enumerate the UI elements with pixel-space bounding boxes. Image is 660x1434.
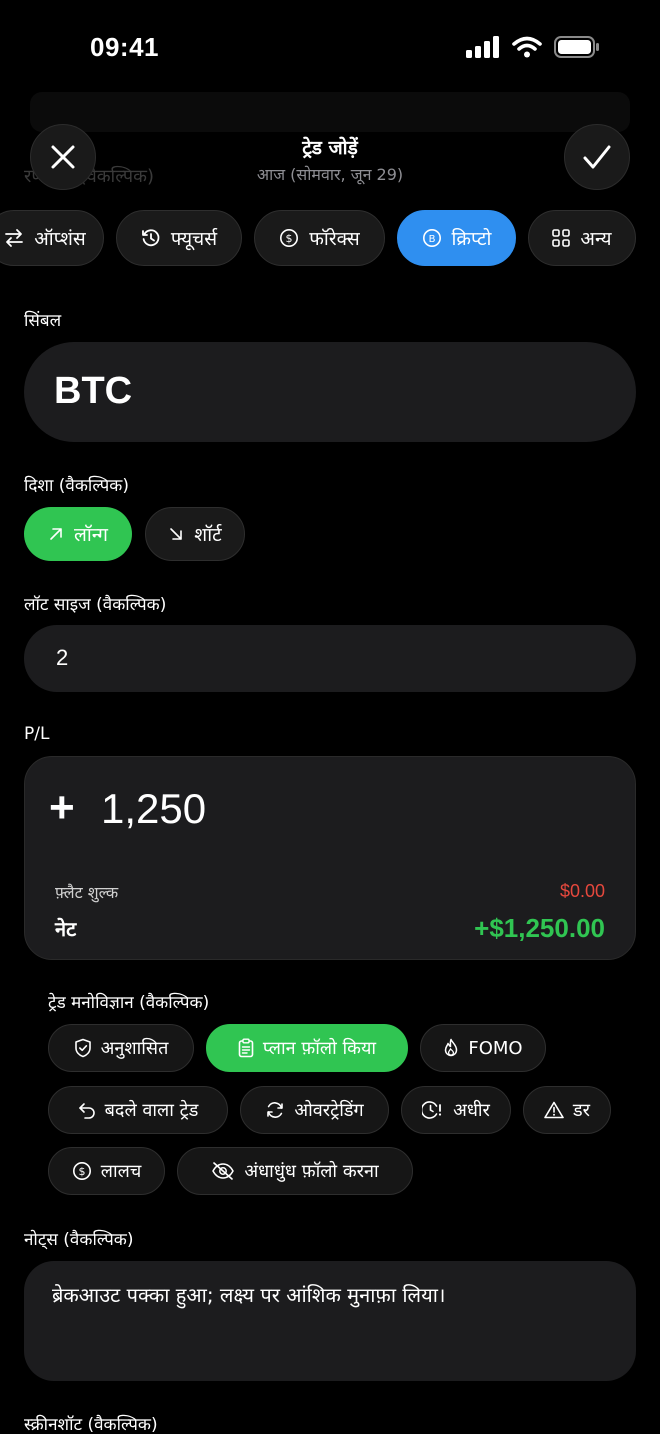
tab-forex[interactable]: $ फॉरेक्स <box>254 210 385 266</box>
chip-greed[interactable]: $ लालच <box>48 1147 165 1195</box>
chip-blind-follow[interactable]: अंधाधुंध फ़ॉलो करना <box>177 1147 413 1195</box>
checkmark-icon <box>582 144 612 170</box>
tab-futures[interactable]: फ्यूचर्स <box>116 210 242 266</box>
chip-label: बदले वाला ट्रेड <box>104 1100 199 1121</box>
pl-label: P/L <box>24 724 50 744</box>
clipboard-icon <box>238 1038 254 1058</box>
grid-icon <box>552 229 571 247</box>
pl-card: + 1,250 फ़्लैट शुल्क $0.00 नेट +$1,250.0… <box>24 756 636 960</box>
chip-label: अंधाधुंध फ़ॉलो करना <box>244 1161 379 1182</box>
status-time: 09:41 <box>90 32 159 62</box>
arrow-up-right-icon <box>48 526 64 542</box>
arrow-down-right-icon <box>168 526 184 542</box>
svg-text:$: $ <box>78 1165 85 1178</box>
net-value: +$1,250.00 <box>474 913 605 943</box>
chip-label: प्लान फ़ॉलो किया <box>262 1038 377 1059</box>
chip-label: अनुशासित <box>100 1038 169 1059</box>
clock-alert-icon <box>422 1100 444 1120</box>
short-button[interactable]: शॉर्ट <box>145 507 245 561</box>
tab-label: फ्यूचर्स <box>170 228 218 250</box>
undo-icon <box>78 1101 96 1119</box>
lot-size-value: 2 <box>56 645 69 670</box>
fee-value: $0.00 <box>559 881 605 901</box>
net-label: नेट <box>55 917 77 941</box>
tab-label: फॉरेक्स <box>309 228 360 250</box>
dollar-circle-icon: $ <box>279 228 299 248</box>
tab-other[interactable]: अन्य <box>528 210 636 266</box>
svg-text:B: B <box>428 234 435 245</box>
tab-crypto[interactable]: B क्रिप्टो <box>397 210 516 266</box>
long-button[interactable]: लॉन्ग <box>24 507 132 561</box>
page-title: ट्रेड जोड़ें <box>302 137 358 159</box>
background-field <box>30 92 630 132</box>
tab-label: अन्य <box>580 228 612 250</box>
long-label: लॉन्ग <box>74 524 108 546</box>
short-label: शॉर्ट <box>194 524 222 546</box>
svg-text:$: $ <box>286 232 293 245</box>
shield-check-icon <box>74 1038 92 1058</box>
wifi-icon <box>512 36 542 58</box>
battery-icon <box>554 36 600 58</box>
notes-textarea[interactable]: ब्रेकआउट पक्का हुआ; लक्ष्य पर आंशिक मुना… <box>24 1261 636 1381</box>
lot-size-label: लॉट साइज (वैकल्पिक) <box>24 595 167 615</box>
fee-label: फ़्लैट शुल्क <box>55 883 119 902</box>
chip-overtrading[interactable]: ओवरट्रेडिंग <box>240 1086 389 1134</box>
chip-impatient[interactable]: अधीर <box>401 1086 511 1134</box>
eye-off-icon <box>211 1162 235 1180</box>
flame-icon <box>443 1038 459 1058</box>
pl-amount-input[interactable]: 1,250 <box>101 785 206 833</box>
cellular-signal-icon <box>466 36 500 58</box>
history-icon <box>141 228 161 248</box>
symbol-label: सिंबल <box>24 311 62 331</box>
swap-icon <box>4 228 24 248</box>
chip-fear[interactable]: डर <box>523 1086 611 1134</box>
status-icons <box>466 36 600 58</box>
symbol-value: BTC <box>54 370 133 412</box>
direction-label: दिशा (वैकल्पिक) <box>24 476 129 496</box>
chip-followed-plan[interactable]: प्लान फ़ॉलो किया <box>206 1024 408 1072</box>
chip-revenge-trade[interactable]: बदले वाला ट्रेड <box>48 1086 228 1134</box>
warning-icon <box>544 1101 564 1119</box>
chip-fomo[interactable]: FOMO <box>420 1024 546 1072</box>
chip-disciplined[interactable]: अनुशासित <box>48 1024 194 1072</box>
save-button[interactable] <box>564 124 630 190</box>
chip-label: लालच <box>100 1161 142 1182</box>
screenshot-label: स्क्रीनशॉट (वैकल्पिक) <box>24 1415 158 1434</box>
bitcoin-icon: B <box>422 228 442 248</box>
refresh-icon <box>265 1100 285 1120</box>
chip-label: डर <box>573 1100 590 1121</box>
dollar-circle-icon: $ <box>72 1161 92 1181</box>
psychology-label: ट्रेड मनोविज्ञान (वैकल्पिक) <box>48 993 210 1013</box>
notes-value: ब्रेकआउट पक्का हुआ; लक्ष्य पर आंशिक मुना… <box>52 1283 446 1307</box>
chip-label: अधीर <box>453 1100 490 1121</box>
chip-label: FOMO <box>468 1037 523 1059</box>
pl-sign-toggle[interactable]: + <box>49 783 75 833</box>
chip-label: ओवरट्रेडिंग <box>294 1100 364 1121</box>
notes-label: नोट्स (वैकल्पिक) <box>24 1230 134 1250</box>
tab-options[interactable]: ऑप्शंस <box>0 210 104 266</box>
page-subtitle: आज (सोमवार, जून 29) <box>256 165 404 184</box>
tab-label: क्रिप्टो <box>451 228 492 250</box>
lot-size-input[interactable]: 2 <box>24 625 636 692</box>
symbol-input[interactable]: BTC <box>24 342 636 442</box>
tab-label: ऑप्शंस <box>34 228 86 250</box>
